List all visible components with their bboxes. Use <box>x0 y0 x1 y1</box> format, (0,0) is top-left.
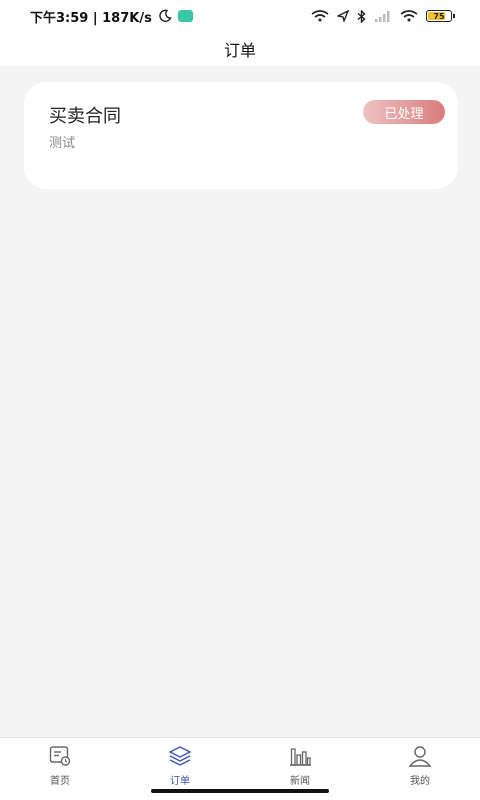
layers-icon <box>168 746 192 766</box>
moon-icon <box>159 9 172 22</box>
status-bar: 下午3:59 | 187K/s 75 <box>0 0 480 32</box>
tab-home[interactable]: 首页 <box>0 738 120 800</box>
user-icon <box>408 746 432 767</box>
order-title: 买卖合同 <box>49 106 121 127</box>
wifi-icon <box>400 10 418 22</box>
battery-icon: 75 <box>426 10 455 22</box>
bar-chart-icon <box>290 748 311 766</box>
wifi-icon <box>311 10 329 22</box>
home-calendar-icon <box>49 746 71 766</box>
status-badge-label: 已处理 <box>384 106 424 122</box>
tab-profile-label: 我的 <box>410 776 430 787</box>
location-icon <box>337 10 349 22</box>
status-left: 下午3:59 | 187K/s <box>30 7 193 26</box>
tab-home-label: 首页 <box>50 776 70 787</box>
order-subtitle: 测试 <box>49 136 76 151</box>
status-right: 75 <box>311 9 455 23</box>
home-indicator[interactable] <box>151 789 329 793</box>
signal-icon <box>375 11 390 22</box>
tab-profile[interactable]: 我的 <box>360 738 480 800</box>
battery-level: 75 <box>433 11 445 21</box>
tab-news-label: 新闻 <box>290 776 310 787</box>
bluetooth-icon <box>357 9 366 23</box>
status-time-speed: 下午3:59 | 187K/s <box>30 10 152 26</box>
header: 订单 <box>0 32 480 66</box>
order-card[interactable]: 买卖合同 测试 已处理 <box>24 82 458 189</box>
status-badge: 已处理 <box>363 100 445 124</box>
tab-orders-label: 订单 <box>170 776 190 787</box>
app-notification-icon <box>177 10 193 22</box>
page-title: 订单 <box>223 41 256 60</box>
